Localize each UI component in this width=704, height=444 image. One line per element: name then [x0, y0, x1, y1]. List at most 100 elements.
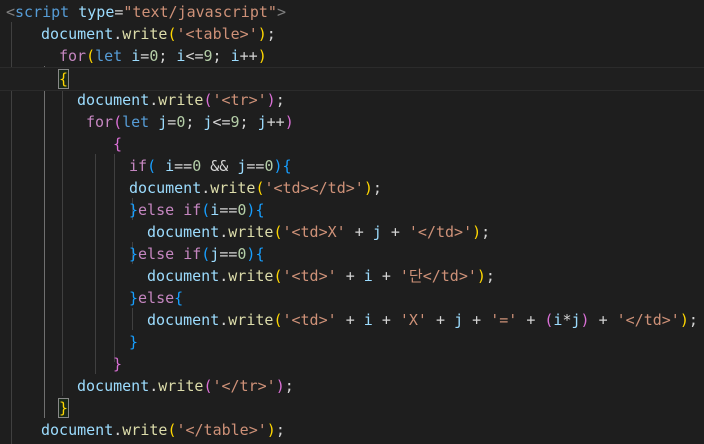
- code-token: }: [57, 398, 70, 418]
- code-token: write: [228, 311, 274, 329]
- code-token: +: [345, 267, 355, 285]
- code-token: j: [372, 223, 382, 241]
- code-token: ): [363, 179, 373, 197]
- code-editor[interactable]: <script type="text/javascript"> document.…: [0, 0, 704, 444]
- code-token: '=': [490, 311, 518, 329]
- code-token: if: [183, 245, 202, 263]
- code-token: 0: [176, 113, 186, 131]
- code-token: .: [219, 223, 229, 241]
- code-token: for: [59, 47, 87, 65]
- code-token: 0: [264, 157, 274, 175]
- code-token: ++: [239, 47, 258, 65]
- code-line[interactable]: for(let i=0; i<=9; i++): [0, 45, 704, 67]
- code-line[interactable]: }: [0, 331, 704, 353]
- code-token: 9: [230, 113, 240, 131]
- code-line[interactable]: for(let j=0; j<=9; j++): [0, 111, 704, 133]
- code-token: '<td>X': [282, 223, 346, 241]
- code-line[interactable]: }else if(i==0){: [0, 199, 704, 221]
- code-line[interactable]: document.write('<td>' + i + 'X' + j + '=…: [0, 309, 704, 331]
- code-token: }: [113, 355, 123, 373]
- code-token: +: [526, 311, 536, 329]
- code-token: write: [122, 25, 168, 43]
- code-line[interactable]: document.write('<td>X' + j + '</td>');: [0, 221, 704, 243]
- code-token: .: [219, 311, 229, 329]
- code-token: ;: [239, 113, 258, 131]
- code-token: '</tr>': [212, 377, 276, 395]
- code-token: ;: [372, 179, 382, 197]
- code-token: ): [275, 377, 285, 395]
- code-token: i: [165, 157, 175, 175]
- code-token: else: [138, 245, 175, 263]
- code-token: document: [147, 267, 220, 285]
- code-token: i: [131, 47, 141, 65]
- code-token: else: [138, 201, 175, 219]
- code-token: ;: [275, 91, 285, 109]
- code-token: +: [436, 311, 446, 329]
- code-line[interactable]: if( i==0 && j==0){: [0, 155, 704, 177]
- code-token: document: [129, 179, 202, 197]
- code-token: if: [183, 201, 202, 219]
- code-line[interactable]: }else{: [0, 287, 704, 309]
- code-token: .: [149, 91, 159, 109]
- code-token: (: [201, 201, 211, 219]
- code-token: ;: [481, 223, 491, 241]
- code-token: +: [472, 311, 482, 329]
- code-token: '<table>': [176, 25, 258, 43]
- code-token: >: [276, 3, 286, 21]
- code-token: i: [363, 267, 373, 285]
- code-token: write: [158, 91, 204, 109]
- code-token: {: [113, 135, 123, 153]
- code-line[interactable]: {: [0, 133, 704, 155]
- code-token: +: [345, 311, 355, 329]
- code-token: ;: [485, 267, 495, 285]
- code-token: ): [284, 113, 294, 131]
- code-token: .: [219, 267, 229, 285]
- code-token: type: [78, 3, 115, 21]
- code-token: write: [228, 223, 274, 241]
- code-token: +: [381, 311, 391, 329]
- code-token: '</td>': [616, 311, 680, 329]
- code-token: document: [41, 421, 114, 439]
- code-token: (: [201, 245, 211, 263]
- code-line[interactable]: }: [0, 353, 704, 375]
- code-token: <=: [212, 113, 231, 131]
- code-line[interactable]: document.write('<tr>');: [0, 89, 704, 111]
- code-token: j: [158, 113, 168, 131]
- code-line[interactable]: }else if(j==0){: [0, 243, 704, 265]
- code-line[interactable]: <script type="text/javascript">: [0, 1, 704, 23]
- code-token: {: [57, 69, 70, 89]
- code-line[interactable]: document.write('<td></td>');: [0, 177, 704, 199]
- code-token: write: [210, 179, 256, 197]
- code-line[interactable]: }: [0, 397, 704, 419]
- code-token: document: [77, 377, 150, 395]
- code-token: i: [363, 311, 373, 329]
- code-line[interactable]: document.write('</tr>');: [0, 375, 704, 397]
- code-token: .: [113, 25, 123, 43]
- code-token: <: [6, 3, 16, 21]
- code-token: {: [282, 157, 292, 175]
- code-line[interactable]: document.write('</table>');: [0, 419, 704, 441]
- code-token: document: [77, 91, 150, 109]
- code-token: =: [167, 113, 177, 131]
- code-token: document: [41, 25, 114, 43]
- code-token: (: [147, 157, 157, 175]
- code-token: ): [580, 311, 590, 329]
- code-token: write: [158, 377, 204, 395]
- code-line[interactable]: document.write('<td>' + i + '단</td>');: [0, 265, 704, 287]
- code-line[interactable]: document.write('<table>');: [0, 23, 704, 45]
- code-token: '</table>': [176, 421, 267, 439]
- code-token: }: [129, 201, 139, 219]
- code-token: ==: [174, 157, 193, 175]
- code-line[interactable]: {: [0, 67, 704, 91]
